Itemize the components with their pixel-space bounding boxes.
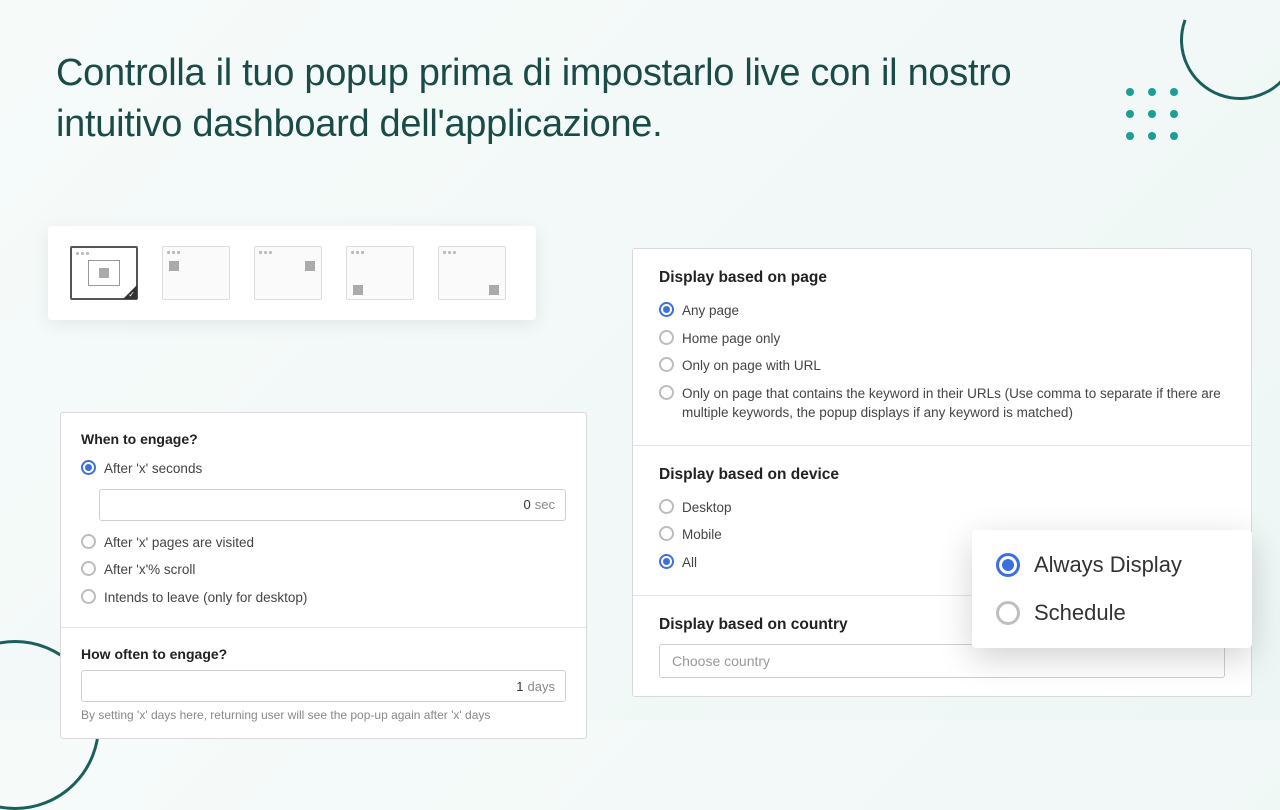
radio-icon	[659, 499, 674, 514]
decoration-dots	[1126, 88, 1180, 142]
radio-icon	[996, 601, 1020, 625]
engage-option-after-seconds[interactable]: After 'x' seconds	[81, 455, 566, 483]
layout-picker: ✓	[48, 226, 536, 320]
layout-option-top-right[interactable]	[254, 246, 322, 300]
page-option-home[interactable]: Home page only	[659, 325, 1225, 353]
radio-label: Always Display	[1034, 552, 1182, 578]
schedule-option-always[interactable]: Always Display	[996, 552, 1228, 578]
page-option-keyword[interactable]: Only on page that contains the keyword i…	[659, 380, 1225, 427]
seconds-input[interactable]: 0 sec	[99, 489, 566, 521]
days-hint: By setting 'x' days here, returning user…	[81, 708, 566, 722]
radio-label: Any page	[682, 301, 739, 321]
engage-option-after-pages[interactable]: After 'x' pages are visited	[81, 529, 566, 557]
radio-icon	[659, 357, 674, 372]
layout-option-bottom-left[interactable]	[346, 246, 414, 300]
country-placeholder: Choose country	[672, 653, 770, 669]
engage-option-intends-leave[interactable]: Intends to leave (only for desktop)	[81, 584, 566, 612]
schedule-card: Always Display Schedule	[972, 530, 1252, 648]
radio-icon	[81, 460, 96, 475]
radio-icon	[81, 534, 96, 549]
radio-label: Desktop	[682, 498, 732, 518]
seconds-unit: sec	[535, 497, 555, 512]
how-often-title: How often to engage?	[81, 646, 566, 662]
radio-label: After 'x' pages are visited	[104, 533, 254, 553]
radio-icon	[659, 302, 674, 317]
radio-icon	[659, 385, 674, 400]
radio-icon	[659, 330, 674, 345]
country-input[interactable]: Choose country	[659, 644, 1225, 678]
engage-panel: When to engage? After 'x' seconds 0 sec …	[60, 412, 587, 739]
radio-label: Home page only	[682, 329, 780, 349]
radio-label: Intends to leave (only for desktop)	[104, 588, 307, 608]
radio-icon	[659, 554, 674, 569]
schedule-option-schedule[interactable]: Schedule	[996, 600, 1228, 626]
layout-option-bottom-right[interactable]	[438, 246, 506, 300]
layout-option-top-left[interactable]	[162, 246, 230, 300]
display-device-title: Display based on device	[659, 466, 1225, 484]
page-option-any[interactable]: Any page	[659, 297, 1225, 325]
layout-option-center[interactable]: ✓	[70, 246, 138, 300]
engage-option-after-scroll[interactable]: After 'x'% scroll	[81, 556, 566, 584]
page-option-url[interactable]: Only on page with URL	[659, 352, 1225, 380]
page-title: Controlla il tuo popup prima di impostar…	[56, 48, 1080, 151]
radio-label: After 'x'% scroll	[104, 560, 195, 580]
radio-icon	[996, 553, 1020, 577]
days-unit: days	[528, 679, 555, 694]
radio-icon	[81, 561, 96, 576]
radio-label: Schedule	[1034, 600, 1126, 626]
seconds-value: 0	[524, 497, 531, 512]
days-input[interactable]: 1 days	[81, 670, 566, 702]
radio-icon	[659, 526, 674, 541]
radio-label: Only on page that contains the keyword i…	[682, 384, 1225, 423]
display-page-title: Display based on page	[659, 269, 1225, 287]
device-option-desktop[interactable]: Desktop	[659, 494, 1225, 522]
radio-label: After 'x' seconds	[104, 459, 202, 479]
radio-icon	[81, 589, 96, 604]
radio-label: Mobile	[682, 525, 722, 545]
when-to-engage-title: When to engage?	[81, 431, 566, 447]
radio-label: Only on page with URL	[682, 356, 821, 376]
radio-label: All	[682, 553, 697, 573]
days-value: 1	[516, 679, 523, 694]
